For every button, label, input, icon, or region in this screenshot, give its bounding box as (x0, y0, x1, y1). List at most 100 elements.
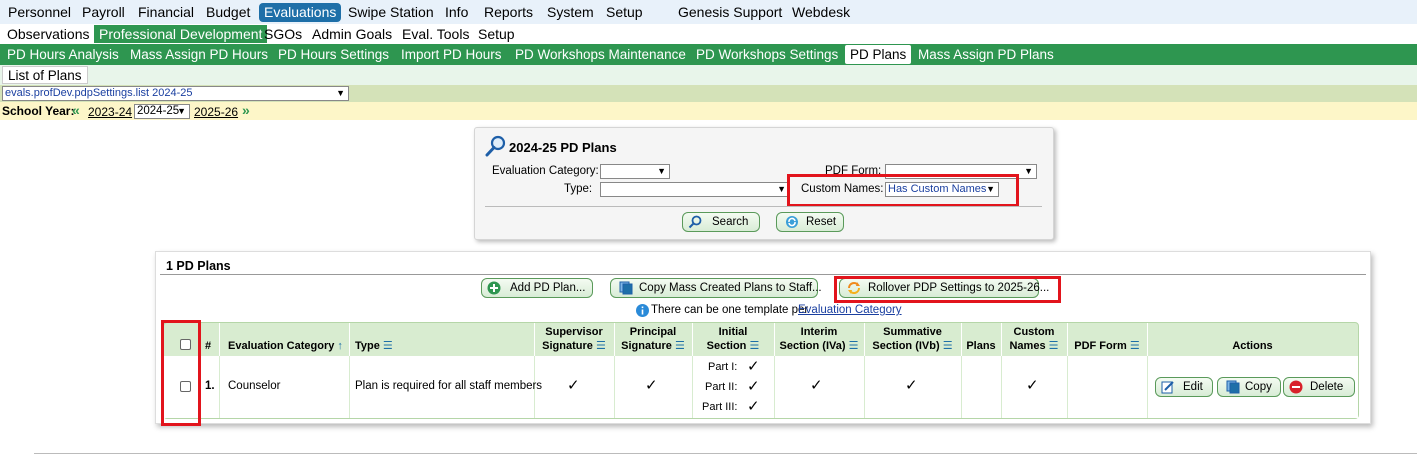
top-menu-swipe-station[interactable]: Swipe Station (343, 3, 439, 22)
col-header-principal-signature[interactable]: Principal Signature ☰ (614, 325, 692, 353)
top-menu-info[interactable]: Info (440, 3, 473, 22)
plans-count-title: 1 PD Plans (166, 259, 231, 273)
col-header-interim-section[interactable]: Interim Section (IVa) ☰ (774, 325, 864, 353)
col-header-supervisor-signature[interactable]: Supervisor Signature ☰ (534, 325, 614, 353)
delete-button-label: Delete (1310, 381, 1344, 393)
top-menu-payroll[interactable]: Payroll (77, 3, 130, 22)
program-select-value: evals.profDev.pdpSettings.list 2024-25 (5, 87, 193, 99)
initial-part-2-label: Part II: (705, 381, 738, 393)
delete-icon (1289, 380, 1303, 394)
checkmark-icon: ✓ (905, 377, 918, 394)
sub-menu-sgos[interactable]: SGOs (259, 25, 307, 43)
pd-menu-hours-settings[interactable]: PD Hours Settings (273, 45, 394, 64)
pd-menu-import-hours[interactable]: Import PD Hours (396, 45, 507, 64)
col-header-pdf-form[interactable]: PDF Form ☰ (1067, 339, 1147, 353)
copy-button-label: Copy (1245, 381, 1272, 393)
edit-button-label: Edit (1183, 381, 1203, 393)
reset-button[interactable]: Reset (776, 212, 844, 232)
checkmark-icon: ✓ (747, 378, 760, 395)
plans-table: # Evaluation Category ↑ Type ☰ Superviso… (163, 322, 1359, 419)
divider (485, 206, 1042, 207)
sub-menu-observations[interactable]: Observations (2, 25, 94, 43)
next-year-arrow-icon[interactable]: » (242, 102, 250, 118)
copy-button[interactable]: Copy (1217, 377, 1281, 397)
next-year-link[interactable]: 2025-26 (194, 105, 238, 119)
edit-button[interactable]: Edit (1155, 377, 1213, 397)
col-header-eval-category[interactable]: Evaluation Category ↑ (228, 339, 343, 353)
checkmark-icon: ✓ (747, 358, 760, 375)
menu-icon: ☰ (749, 340, 760, 352)
col-header-initial-section[interactable]: Initial Section ☰ (692, 325, 774, 353)
col-header-type[interactable]: Type ☰ (355, 339, 393, 353)
highlight-box (161, 320, 201, 426)
pd-menu-mass-assign-hours[interactable]: Mass Assign PD Hours (125, 45, 273, 64)
program-select[interactable]: evals.profDev.pdpSettings.list 2024-25 ▼ (2, 86, 349, 101)
chevron-down-icon: ▼ (657, 166, 666, 176)
col-header-custom-names[interactable]: Custom Names ☰ (1001, 325, 1067, 353)
search-icon (688, 215, 702, 229)
type-select[interactable]: ▼ (600, 182, 790, 197)
highlight-box (834, 276, 1061, 303)
menu-icon: ☰ (848, 340, 859, 352)
school-year-select[interactable]: 2024-25 ▼ (134, 104, 190, 119)
checkmark-icon: ✓ (810, 377, 823, 394)
top-menu-system[interactable]: System (542, 3, 599, 22)
menu-icon: ☰ (674, 340, 685, 352)
pd-menu-hours-analysis[interactable]: PD Hours Analysis (2, 45, 124, 64)
plans-panel: 1 PD Plans Add PD Plan... Copy Mass Crea… (155, 251, 1371, 424)
eval-category-select[interactable]: ▼ (600, 164, 670, 179)
top-menu-personnel[interactable]: Personnel (3, 3, 76, 22)
search-title: 2024-25 PD Plans (509, 140, 617, 155)
initial-part-3-label: Part III: (702, 401, 738, 413)
checkmark-icon: ✓ (567, 377, 580, 394)
top-menu-genesis-support[interactable]: Genesis Support (673, 3, 787, 22)
search-panel: 2024-25 PD Plans Evaluation Category: ▼ … (474, 127, 1054, 240)
top-menu-budget[interactable]: Budget (201, 3, 255, 22)
copy-icon (1226, 380, 1240, 394)
sort-up-icon: ↑ (337, 340, 343, 352)
sub-menu-admin-goals[interactable]: Admin Goals (307, 25, 397, 43)
top-menu-financial[interactable]: Financial (133, 3, 199, 22)
top-menu-webdesk[interactable]: Webdesk (787, 3, 855, 22)
sub-tab-bar: List of Plans (0, 65, 1417, 85)
pd-menu-mass-assign-plans[interactable]: Mass Assign PD Plans (913, 45, 1059, 64)
add-pd-plan-button[interactable]: Add PD Plan... (481, 278, 593, 298)
col-header-summative-section[interactable]: Summative Section (IVb) ☰ (864, 325, 961, 353)
pd-menu-bar: PD Hours Analysis Mass Assign PD Hours P… (0, 44, 1417, 65)
sub-menu-setup[interactable]: Setup (473, 25, 520, 43)
menu-icon: ☰ (1129, 340, 1140, 352)
search-button[interactable]: Search (682, 212, 760, 232)
prev-year-link[interactable]: 2023-24 (88, 105, 132, 119)
refresh-icon (786, 216, 798, 228)
pd-menu-workshops-maintenance[interactable]: PD Workshops Maintenance (510, 45, 691, 64)
chevron-down-icon: ▼ (336, 88, 345, 98)
evaluation-category-link[interactable]: Evaluation Category (798, 304, 902, 316)
sub-menu-eval-tools[interactable]: Eval. Tools (397, 25, 474, 43)
top-menu-evaluations[interactable]: Evaluations (259, 3, 342, 22)
top-menu-setup[interactable]: Setup (601, 3, 648, 22)
top-menu-reports[interactable]: Reports (479, 3, 538, 22)
school-year-select-value: 2024-25 (137, 105, 180, 117)
menu-icon: ☰ (595, 340, 606, 352)
menu-icon: ☰ (942, 340, 953, 352)
pd-menu-pd-plans[interactable]: PD Plans (845, 45, 912, 64)
template-note-text: There can be one template per (651, 304, 809, 316)
template-note: There can be one template per Evaluation… (636, 304, 936, 318)
delete-button[interactable]: Delete (1283, 377, 1355, 397)
menu-icon: ☰ (1048, 340, 1059, 352)
copy-icon (619, 281, 633, 295)
info-icon (636, 304, 649, 317)
copy-mass-created-button[interactable]: Copy Mass Created Plans to Staff... (610, 278, 822, 298)
row-number: 1. (205, 380, 215, 392)
sub-menu-professional-development[interactable]: Professional Development (94, 25, 268, 43)
menu-icon: ☰ (382, 340, 393, 352)
col-header-num: # (205, 340, 212, 352)
tab-list-of-plans[interactable]: List of Plans (2, 66, 88, 84)
sub-menu-bar: Observations Professional Development SG… (0, 24, 1417, 43)
magnifier-icon (485, 135, 506, 157)
divider (34, 453, 1417, 454)
pd-menu-workshops-settings[interactable]: PD Workshops Settings (691, 45, 843, 64)
edit-icon (1161, 381, 1174, 394)
prev-year-arrow-icon[interactable]: « (72, 102, 80, 118)
eval-category-label: Evaluation Category: (492, 165, 599, 177)
